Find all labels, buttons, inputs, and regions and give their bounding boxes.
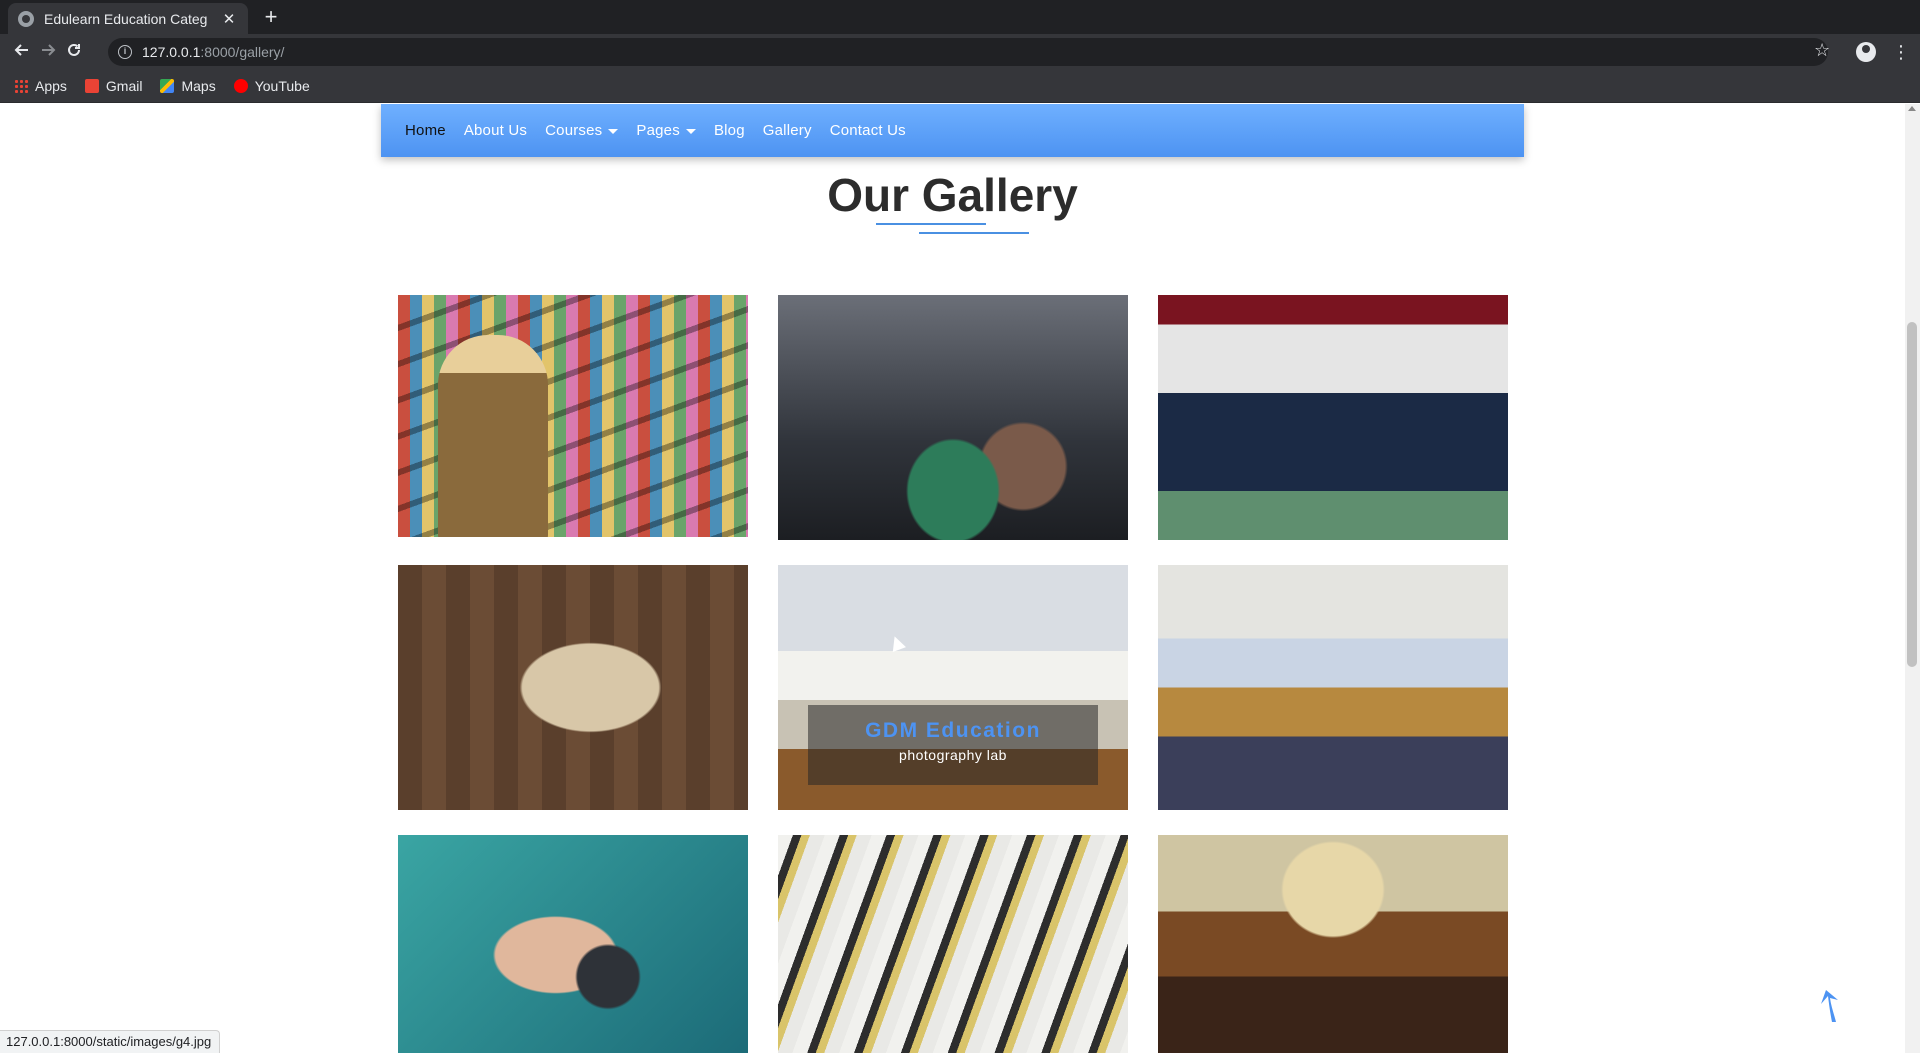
nav-blog[interactable]: Blog <box>714 122 745 139</box>
nav-pages[interactable]: Pages <box>636 122 696 139</box>
title-underline <box>876 223 986 225</box>
nav-about[interactable]: About Us <box>464 122 527 139</box>
browser-menu-icon[interactable]: ⋮ <box>1892 40 1910 64</box>
gallery-image-6[interactable] <box>1158 565 1508 810</box>
bookmark-youtube[interactable]: YouTube <box>233 78 310 94</box>
reload-button[interactable] <box>62 40 86 64</box>
url-host: 127.0.0.1 <box>142 44 201 60</box>
youtube-icon <box>233 79 248 93</box>
bookmark-maps[interactable]: Maps <box>160 78 216 94</box>
gallery-image-1[interactable] <box>398 295 748 537</box>
bookmarks-bar: Apps Gmail Maps YouTube <box>0 70 1920 103</box>
reload-icon <box>68 43 80 56</box>
maps-icon <box>160 79 175 93</box>
nav-home[interactable]: Home <box>405 122 446 139</box>
bookmark-star-icon[interactable]: ☆ <box>1814 40 1830 61</box>
site-navbar: Home About Us Courses Pages Blog Gallery… <box>381 104 1524 157</box>
arrow-left-icon <box>14 44 28 56</box>
scroll-to-top-button[interactable] <box>1812 988 1842 1024</box>
title-bold: Gallery <box>921 169 1078 221</box>
status-bar-url: 127.0.0.1:8000/static/images/g4.jpg <box>0 1030 221 1053</box>
url-path: :8000/gallery/ <box>200 44 285 60</box>
gallery-image-4[interactable] <box>398 565 748 810</box>
title-underline-secondary <box>919 232 1029 234</box>
globe-icon <box>18 10 34 27</box>
title-light: Our <box>827 169 909 221</box>
close-tab-icon[interactable]: ✕ <box>220 10 238 28</box>
caret-down-icon <box>608 128 619 134</box>
gmail-icon <box>84 79 99 93</box>
bookmark-gmail[interactable]: Gmail <box>84 78 142 94</box>
gallery-image-8[interactable] <box>778 835 1128 1053</box>
scroll-up-arrow-icon[interactable] <box>1908 106 1916 111</box>
nav-gallery[interactable]: Gallery <box>763 122 812 139</box>
caret-down-icon <box>685 128 696 134</box>
back-button[interactable] <box>10 40 34 64</box>
gallery-image-9[interactable] <box>1158 835 1508 1053</box>
address-bar[interactable]: i 127.0.0.1:8000/gallery/ <box>108 38 1828 66</box>
browser-tab[interactable]: Edulearn Education Categ ✕ <box>8 3 248 34</box>
scrollbar-thumb[interactable] <box>1907 322 1917 667</box>
gallery-image-2[interactable] <box>778 295 1128 540</box>
gallery-image-7[interactable] <box>398 835 748 1053</box>
caption-title: GDM Education <box>865 719 1041 742</box>
caption-subtitle: photography lab <box>899 747 1007 763</box>
image-hover-caption[interactable]: GDM Education photography lab <box>808 705 1098 785</box>
arrow-right-icon <box>42 44 56 56</box>
arrow-up-icon <box>1821 990 1838 1022</box>
gallery-image-3[interactable] <box>1158 295 1508 540</box>
page-viewport: Home About Us Courses Pages Blog Gallery… <box>0 104 1920 1053</box>
tab-title: Edulearn Education Categ <box>44 10 208 27</box>
new-tab-button[interactable]: + <box>258 4 284 30</box>
browser-tab-bar: Edulearn Education Categ ✕ + <box>0 0 1920 34</box>
browser-toolbar: i 127.0.0.1:8000/gallery/ ☆ ⋮ <box>0 34 1920 70</box>
nav-courses[interactable]: Courses <box>545 122 619 139</box>
page-title: Our Gallery <box>0 168 1905 222</box>
forward-button[interactable] <box>36 40 60 64</box>
apps-grid-icon <box>14 79 28 93</box>
gallery-image-5[interactable]: GDM Education photography lab <box>778 565 1128 810</box>
bookmark-apps[interactable]: Apps <box>14 78 67 94</box>
profile-avatar-icon[interactable] <box>1856 42 1876 62</box>
nav-contact[interactable]: Contact Us <box>830 122 906 139</box>
info-icon[interactable]: i <box>118 45 132 59</box>
